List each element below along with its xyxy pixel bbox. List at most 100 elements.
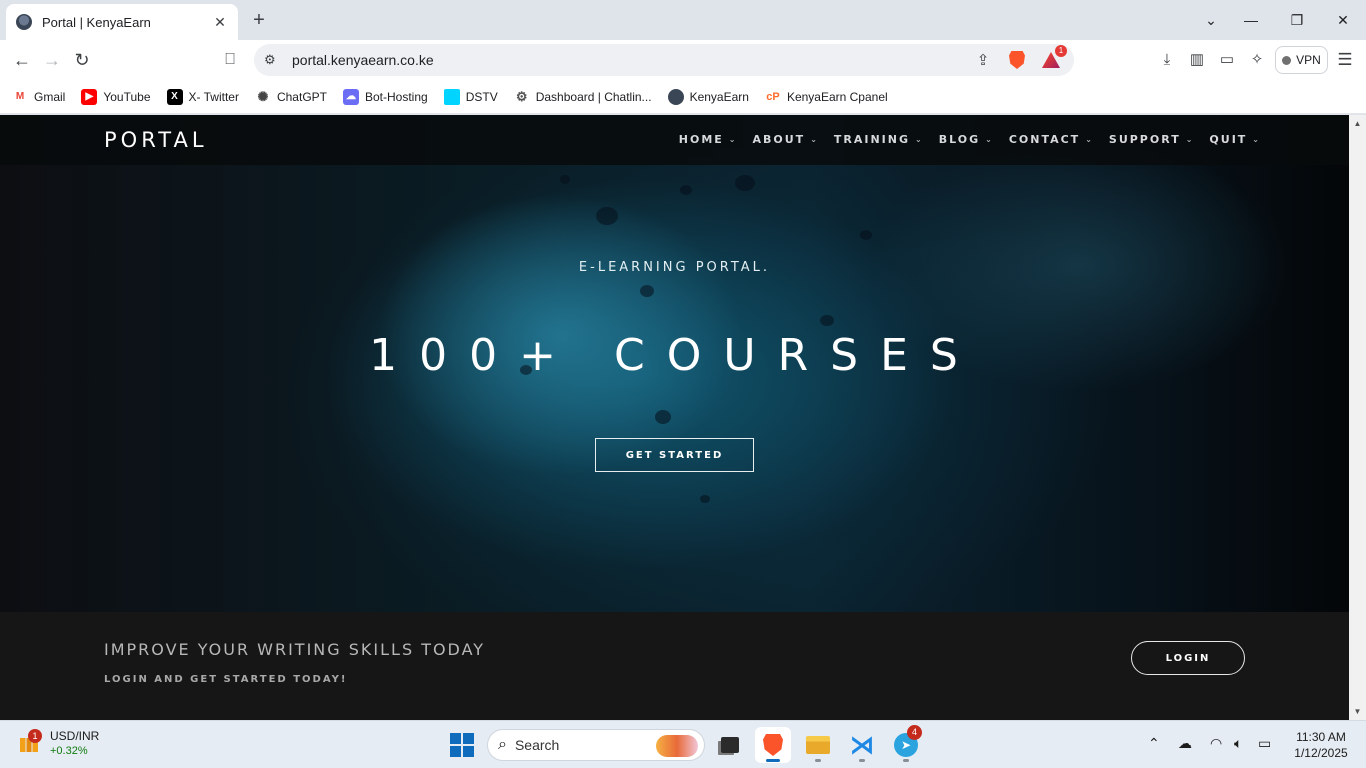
brave-shields-icon[interactable] (1006, 49, 1028, 71)
market-widget[interactable]: 1 USD/INR +0.32% (18, 729, 99, 757)
close-window-button[interactable]: ✕ (1331, 8, 1355, 32)
bookmark-label: X- Twitter (188, 89, 239, 104)
minimize-button[interactable]: — (1239, 8, 1263, 32)
taskbar-search[interactable]: ⌕ Search (487, 729, 705, 761)
menu-icon[interactable]: ☰ (1334, 50, 1356, 70)
chevron-down-icon: ⌄ (810, 135, 817, 144)
clock-time: 11:30 AM (1296, 730, 1346, 744)
bookmark-icon[interactable]: ⎕ (218, 48, 242, 72)
vpn-button[interactable]: VPN (1275, 46, 1328, 74)
chevron-down-icon: ⌄ (1185, 135, 1193, 144)
taskbar-file-explorer[interactable] (800, 727, 836, 763)
close-tab-icon[interactable]: ✕ (212, 14, 228, 30)
nav-label: CONTACT (1008, 133, 1081, 146)
nav-about[interactable]: ABOUT ⌄ (753, 133, 817, 146)
gear-icon: ⚙ (513, 88, 530, 105)
web-page: PORTAL HOME ⌄ ABOUT ⌄ TRAINING ⌄ BLOG ⌄ CONT… (0, 115, 1349, 720)
texture-speck (860, 230, 872, 240)
bookmark-gmail[interactable]: M Gmail (12, 88, 65, 105)
taskbar-telegram[interactable]: ➤ 4 (888, 725, 924, 763)
kenyaearn-icon (667, 88, 684, 105)
leo-ai-icon[interactable]: ✧ (1246, 50, 1268, 70)
scroll-down-icon[interactable]: ▼ (1349, 703, 1366, 720)
volume-icon[interactable]: 🔈︎ (1234, 735, 1242, 752)
wallet-icon[interactable]: ▭ (1216, 50, 1238, 70)
gmail-icon: M (12, 88, 28, 105)
bookmark-dstv[interactable]: DSTV (443, 88, 498, 105)
nav-training[interactable]: TRAINING ⌄ (834, 133, 922, 146)
texture-speck (655, 410, 671, 424)
youtube-icon: ▶ (81, 88, 98, 105)
get-started-button[interactable]: GET STARTED (595, 438, 754, 472)
nav-quit[interactable]: QUIT ⌄ (1209, 133, 1259, 146)
promo-heading: IMPROVE YOUR WRITING SKILLS TODAY (104, 640, 486, 659)
vpn-status-icon (1282, 55, 1292, 65)
reload-button[interactable]: ↻ (70, 48, 94, 72)
downloads-icon[interactable]: ⤓ (1156, 50, 1178, 70)
chevron-down-icon: ⌄ (1252, 135, 1259, 144)
promo-subheading: LOGIN AND GET STARTED TODAY! (104, 674, 348, 685)
restore-button[interactable]: ❐ (1285, 8, 1309, 32)
nav-label: SUPPORT (1108, 133, 1181, 146)
taskbar-vscode[interactable]: ⋊ (844, 727, 880, 763)
taskbar-brave[interactable] (755, 727, 791, 763)
running-indicator (903, 759, 909, 762)
running-indicator (815, 759, 821, 762)
tab-search-chevron-icon[interactable]: ⌄ (1199, 8, 1223, 32)
scroll-up-icon[interactable]: ▲ (1349, 115, 1366, 132)
search-highlight-icon (656, 735, 698, 757)
brave-rewards-icon[interactable]: 1 (1040, 45, 1067, 71)
bookmark-youtube[interactable]: ▶ YouTube (81, 88, 151, 105)
new-tab-button[interactable]: + (248, 9, 270, 31)
browser-tab[interactable]: Portal | KenyaEarn ✕ (6, 4, 238, 40)
bookmarks-bar: M Gmail ▶ YouTube X X- Twitter ✺ ChatGPT ☁ Bo… (0, 80, 1366, 114)
bookmark-x-twitter[interactable]: X X- Twitter (166, 88, 239, 105)
address-bar[interactable]: ⚙ portal.kenyaearn.co.ke ⇪ 1 (254, 44, 1074, 76)
page-scrollbar[interactable]: ▲ ▼ (1349, 115, 1366, 720)
bookmark-chatgpt[interactable]: ✺ ChatGPT (254, 88, 327, 105)
x-icon: X (166, 88, 183, 105)
nav-label: QUIT (1209, 133, 1248, 146)
wifi-icon[interactable]: ◠ (1210, 735, 1222, 752)
hero-eyebrow: E-LEARNING PORTAL. (578, 260, 771, 275)
nav-label: BLOG (938, 133, 981, 146)
widget-badge: 1 (28, 729, 42, 743)
login-button[interactable]: LOGIN (1131, 641, 1245, 675)
vpn-label: VPN (1296, 53, 1321, 67)
widget-title: USD/INR (50, 729, 100, 743)
chevron-down-icon: ⌄ (728, 135, 736, 144)
back-button[interactable]: ← (10, 48, 34, 72)
chart-icon: 1 (18, 729, 42, 754)
running-indicator (766, 759, 780, 762)
bookmark-dashboard-chatlin[interactable]: ⚙ Dashboard | Chatlin... (513, 88, 652, 105)
bookmark-label: Dashboard | Chatlin... (535, 89, 652, 104)
bookmark-kenyaearn-cpanel[interactable]: cP KenyaEarn Cpanel (764, 88, 888, 105)
site-logo[interactable]: PORTAL (104, 128, 208, 152)
bookmark-label: DSTV (465, 89, 498, 104)
bookmark-kenyaearn[interactable]: KenyaEarn (667, 88, 749, 105)
bookmark-bot-hosting[interactable]: ☁ Bot-Hosting (342, 88, 428, 105)
show-hidden-icons-chevron-icon[interactable]: ⌃ (1148, 735, 1160, 752)
battery-icon[interactable]: ▭ (1258, 735, 1271, 752)
nav-blog[interactable]: BLOG ⌄ (939, 133, 992, 146)
cpanel-icon: cP (764, 88, 781, 105)
nav-contact[interactable]: CONTACT ⌄ (1009, 133, 1092, 146)
running-indicator (859, 759, 865, 762)
sidebar-icon[interactable]: ▥ (1186, 50, 1208, 70)
site-info-icon[interactable]: ⚙ (264, 52, 282, 68)
onedrive-offline-icon[interactable]: ☁ (1178, 735, 1192, 752)
task-view-button[interactable] (712, 727, 748, 763)
nav-home[interactable]: HOME ⌄ (679, 133, 736, 146)
browser-toolbar: ← → ↻ ⎕ ⚙ portal.kenyaearn.co.ke ⇪ 1 ⤓ ▥… (0, 40, 1366, 80)
start-button[interactable] (450, 733, 474, 757)
forward-button[interactable]: → (40, 48, 64, 72)
chevron-down-icon: ⌄ (1085, 135, 1092, 144)
texture-speck (700, 495, 710, 503)
texture-speck (596, 207, 618, 225)
share-icon[interactable]: ⇪ (972, 49, 994, 71)
nav-support[interactable]: SUPPORT ⌄ (1109, 133, 1193, 146)
address-url[interactable]: portal.kenyaearn.co.ke (292, 52, 972, 68)
system-clock[interactable]: 11:30 AM 1/12/2025 (1285, 729, 1357, 761)
site-header: PORTAL HOME ⌄ ABOUT ⌄ TRAINING ⌄ BLOG ⌄ CONT… (0, 115, 1349, 165)
folder-icon (806, 736, 830, 754)
